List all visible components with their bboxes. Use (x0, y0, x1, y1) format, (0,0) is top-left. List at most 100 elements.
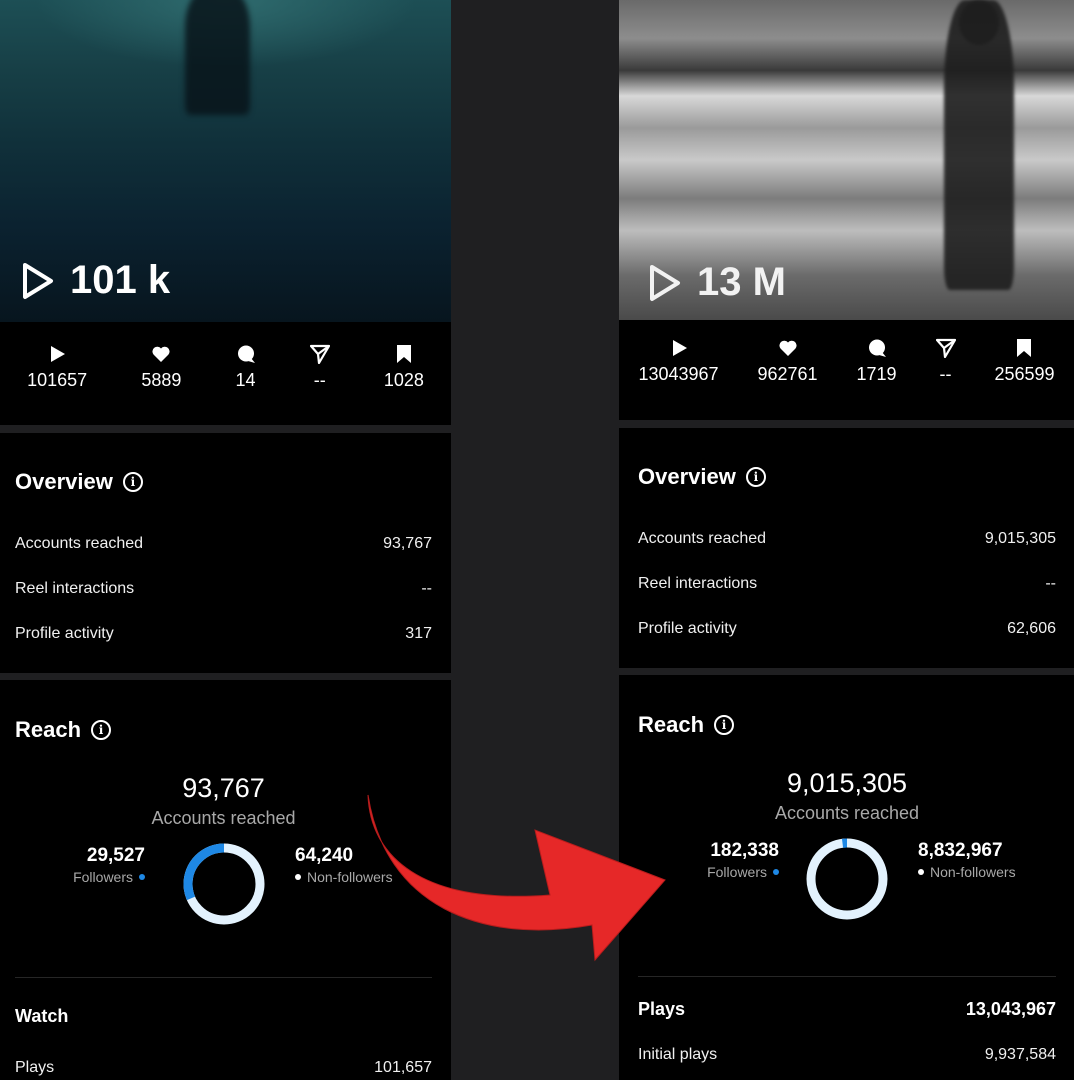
reach-donut-chart (806, 838, 888, 920)
stat-shares: -- (935, 338, 956, 420)
reach-heading: Reach i (15, 717, 432, 743)
nonfollowers-dot (295, 874, 301, 880)
stat-plays: 101657 (27, 344, 87, 425)
followers-stat: 29,527 Followers (73, 845, 145, 885)
followers-dot (773, 869, 779, 875)
bookmark-icon (1017, 339, 1032, 357)
reach-title: Reach (15, 717, 82, 742)
reach-title: Reach (638, 712, 705, 737)
share-icon (935, 338, 956, 358)
overview-row-reel-interactions: Reel interactions -- (638, 575, 1056, 593)
thumbnail-plays-overlay: 13 M (647, 260, 786, 305)
share-icon (309, 344, 330, 364)
row-label: Accounts reached (638, 530, 767, 547)
stat-value: 256599 (994, 364, 1055, 384)
watch-row-plays: Plays 101,657 (15, 1059, 432, 1077)
reach-total-label: Accounts reached (774, 803, 920, 823)
stat-comments: 14 (236, 344, 256, 425)
figure-silhouette (944, 0, 1014, 290)
divider (638, 976, 1056, 977)
row-label: Profile activity (15, 625, 114, 642)
row-label: Reel interactions (638, 575, 758, 592)
row-value: 9,937,584 (984, 1046, 1056, 1063)
red-curved-arrow (367, 794, 666, 962)
plays-row: Plays 13,043,967 (638, 999, 1056, 1020)
reel-thumbnail[interactable]: 13 M (619, 0, 1074, 320)
divider (15, 977, 432, 978)
heart-icon (778, 340, 797, 356)
stat-value: 13043967 (638, 364, 719, 384)
row-value: 9,015,305 (984, 530, 1056, 547)
row-label: Profile activity (638, 620, 737, 637)
stat-value: 962761 (757, 364, 818, 384)
nonfollowers-dot (918, 869, 924, 875)
overview-title: Overview (638, 464, 736, 489)
overview-row-profile-activity: Profile activity 62,606 (638, 620, 1056, 638)
thumbnail-plays-count: 13 M (697, 260, 786, 304)
reach-heading: Reach i (638, 712, 1056, 738)
info-icon[interactable]: i (122, 472, 143, 492)
row-value: -- (421, 580, 432, 597)
reach-donut-chart (183, 843, 265, 925)
play-outline-icon (650, 264, 680, 301)
row-value: 93,767 (383, 535, 432, 552)
overview-heading: Overview i (638, 464, 1056, 490)
play-icon (672, 340, 687, 356)
followers-stat: 182,338 Followers (707, 840, 779, 880)
nonfollowers-label: Non-followers (930, 864, 1016, 880)
plays-value: 13,043,967 (965, 999, 1056, 1019)
reel-thumbnail[interactable]: 101 k (0, 0, 451, 322)
stat-value: 5889 (141, 370, 182, 390)
stat-saves: 1028 (384, 344, 424, 425)
play-icon (51, 346, 66, 362)
stat-value: 1028 (383, 370, 424, 390)
followers-dot (139, 874, 145, 880)
stat-value: -- (939, 364, 952, 384)
right-reel-insights: 13 M 13043967 962761 1719 -- 256599 Over… (619, 0, 1074, 1080)
overview-card: Overview i Accounts reached 93,767 Reel … (0, 433, 451, 673)
watch-title: Watch (15, 1006, 69, 1026)
engagement-stats: 101657 5889 14 -- 1028 (0, 322, 451, 425)
stat-saves: 256599 (994, 338, 1055, 420)
reach-total: 9,015,305 (786, 768, 908, 798)
stat-comments: 1719 (857, 338, 897, 420)
followers-value: 182,338 (710, 840, 779, 861)
row-label: Reel interactions (15, 580, 135, 597)
row-value: -- (1045, 575, 1056, 592)
reach-card: Reach i 9,015,305 Accounts reached 182,3… (619, 675, 1074, 1080)
info-icon[interactable]: i (91, 720, 112, 740)
initial-plays-row: Initial plays 9,937,584 (638, 1046, 1056, 1064)
row-value: 317 (405, 625, 432, 642)
overview-row-accounts-reached: Accounts reached 9,015,305 (638, 530, 1056, 548)
overview-row-profile-activity: Profile activity 317 (15, 625, 432, 643)
nonfollowers-value: 8,832,967 (918, 840, 1003, 861)
plays-label: Plays (638, 999, 686, 1019)
info-icon[interactable]: i (745, 467, 766, 487)
overview-card: Overview i Accounts reached 9,015,305 Re… (619, 428, 1074, 668)
heart-icon (152, 346, 170, 362)
followers-label: Followers (73, 869, 133, 885)
bookmark-icon (396, 345, 411, 363)
overview-heading: Overview i (15, 469, 432, 495)
engagement-stats: 13043967 962761 1719 -- 256599 (619, 320, 1074, 420)
stat-plays: 13043967 (638, 338, 719, 420)
comment-icon (868, 339, 886, 357)
comment-icon (237, 345, 255, 363)
stat-value: -- (313, 370, 326, 390)
overview-row-accounts-reached: Accounts reached 93,767 (15, 535, 432, 553)
row-label: Accounts reached (15, 535, 144, 552)
stat-likes: 962761 (758, 338, 818, 420)
stat-value: 101657 (27, 370, 88, 390)
nonfollowers-segment (806, 838, 888, 920)
info-icon[interactable]: i (714, 715, 735, 735)
followers-label: Followers (707, 864, 767, 880)
reach-breakdown: 182,338 Followers 8,832,967 Non-follower… (638, 830, 1056, 930)
overview-row-reel-interactions: Reel interactions -- (15, 580, 432, 598)
row-label: Plays (15, 1059, 55, 1076)
figure-silhouette (185, 0, 250, 115)
row-label: Initial plays (638, 1046, 718, 1063)
stat-value: 14 (235, 370, 256, 390)
row-value: 101,657 (374, 1059, 432, 1076)
row-value: 62,606 (1007, 620, 1056, 637)
stat-likes: 5889 (141, 344, 181, 425)
